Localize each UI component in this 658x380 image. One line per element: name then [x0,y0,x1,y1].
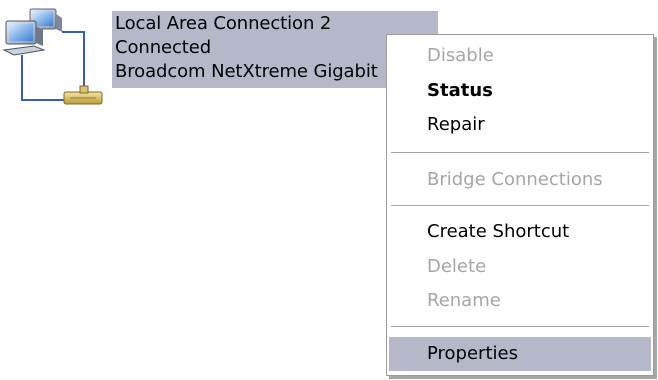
menu-separator [391,152,649,153]
menu-item-properties[interactable]: Properties [389,337,651,371]
menu-separator [391,326,649,327]
network-connection-item[interactable]: Local Area Connection 2 Connected Broadc… [0,0,440,110]
menu-item-rename[interactable]: Rename [389,284,651,318]
network-connection-icon[interactable] [0,8,106,110]
menu-item-bridge-connections[interactable]: Bridge Connections [389,163,651,197]
menu-separator [391,205,649,206]
connection-name: Local Area Connection 2 [115,13,332,34]
menu-item-status[interactable]: Status [389,74,651,108]
menu-item-create-shortcut[interactable]: Create Shortcut [389,215,651,249]
context-menu: Disable Status Repair Bridge Connections… [386,34,654,376]
menu-item-disable[interactable]: Disable [389,39,651,73]
menu-item-repair[interactable]: Repair [389,108,651,142]
explorer-window-area: Local Area Connection 2 Connected Broadc… [0,0,658,380]
menu-item-delete[interactable]: Delete [389,250,651,284]
